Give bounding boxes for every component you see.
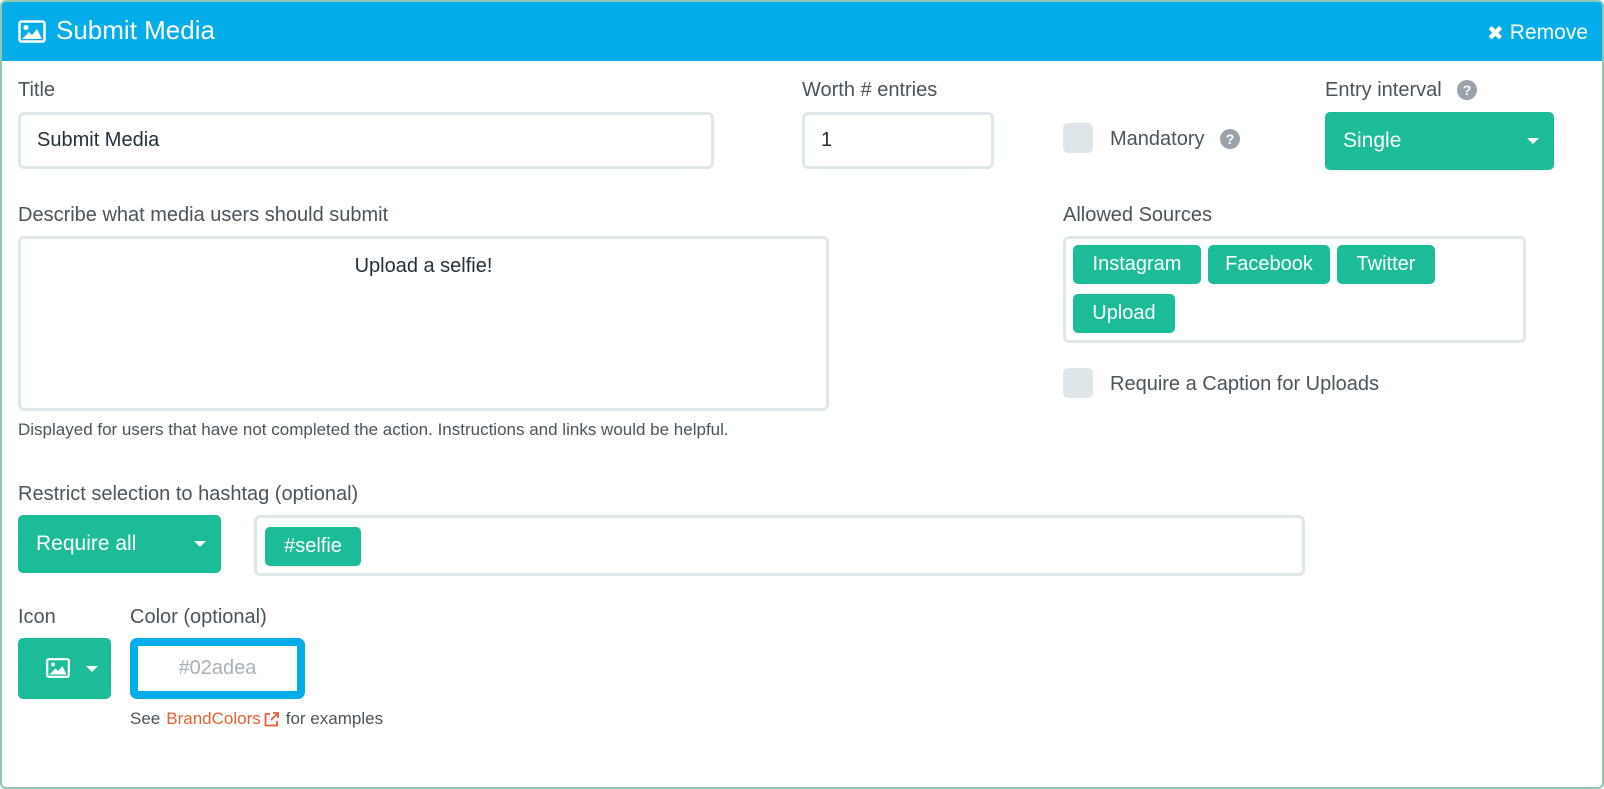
title-input-value: Submit Media [37, 129, 160, 151]
brand-hint-suffix: for examples [285, 709, 384, 728]
mandatory-checkbox[interactable] [1063, 123, 1093, 153]
hashtag-mode-select[interactable]: Require all [18, 515, 221, 573]
worth-entries-value: 1 [821, 129, 833, 151]
external-link-icon [264, 711, 279, 726]
entry-interval-select[interactable]: Single [1325, 112, 1554, 170]
source-tag-facebook[interactable]: Facebook [1208, 245, 1330, 284]
image-icon [46, 658, 70, 678]
chevron-down-icon [194, 541, 206, 547]
icon-picker-button[interactable] [18, 638, 111, 699]
mandatory-label: Mandatory [1110, 128, 1205, 150]
worth-entries-input[interactable]: 1 [802, 112, 994, 169]
title-label: Title [18, 79, 56, 101]
remove-label: Remove [1509, 21, 1588, 44]
source-tag-twitter[interactable]: Twitter [1337, 245, 1435, 284]
describe-value: Upload a selfie! [354, 255, 493, 277]
panel-header: Submit Media ✖ Remove [2, 2, 1602, 61]
panel-title: Submit Media [56, 15, 215, 45]
brand-hint-prefix: See [130, 709, 161, 728]
describe-label: Describe what media users should submit [18, 204, 389, 226]
brand-colors-hint: See BrandColors for examples [130, 709, 383, 729]
hashtag-label: Restrict selection to hashtag (optional) [18, 483, 359, 505]
chevron-down-icon [1527, 138, 1539, 144]
color-input[interactable]: #02adea [130, 638, 305, 699]
describe-help-text: Displayed for users that have not comple… [18, 420, 729, 439]
require-caption-checkbox[interactable] [1063, 368, 1093, 398]
require-caption-label: Require a Caption for Uploads [1110, 373, 1380, 395]
brand-colors-link[interactable]: BrandColors [166, 709, 261, 729]
submit-media-panel: Submit Media ✖ Remove Title Submit Media… [0, 0, 1604, 789]
hashtag-tag[interactable]: #selfie [265, 527, 361, 566]
color-input-placeholder: #02adea [178, 657, 257, 679]
color-label: Color (optional) [130, 606, 267, 628]
chevron-down-icon [86, 666, 98, 672]
image-icon [18, 20, 46, 43]
hashtag-input[interactable] [254, 515, 1305, 576]
close-icon: ✖ [1487, 22, 1504, 45]
describe-textarea[interactable]: Upload a selfie! [18, 236, 829, 411]
source-tag-instagram[interactable]: Instagram [1073, 245, 1201, 284]
icon-label: Icon [18, 606, 56, 628]
remove-button[interactable]: ✖ Remove [1487, 20, 1588, 46]
hashtag-mode-value: Require all [36, 532, 137, 555]
worth-entries-label: Worth # entries [802, 79, 938, 101]
entry-interval-label: Entry interval [1325, 79, 1442, 101]
entry-interval-value: Single [1343, 129, 1402, 152]
mandatory-help-icon[interactable]: ? [1220, 129, 1240, 149]
allowed-sources-label: Allowed Sources [1063, 204, 1212, 226]
source-tag-upload[interactable]: Upload [1073, 294, 1175, 333]
title-input[interactable]: Submit Media [18, 112, 714, 169]
entry-interval-help-icon[interactable]: ? [1457, 80, 1477, 100]
